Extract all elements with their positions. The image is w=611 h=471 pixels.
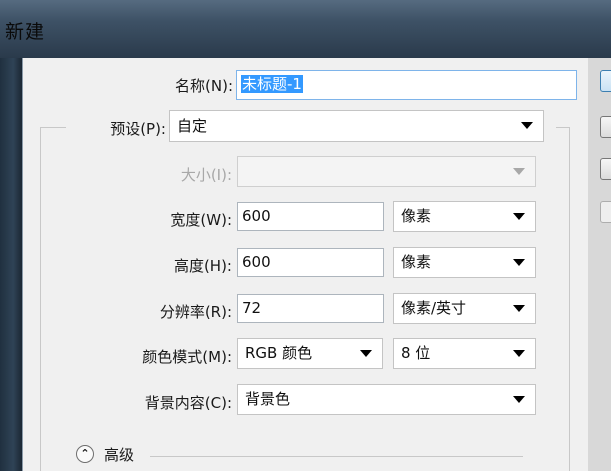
width-input[interactable]: 600: [237, 202, 384, 231]
group-box-border: [40, 127, 41, 471]
delete-preset-button: [600, 201, 611, 223]
height-unit-dropdown[interactable]: 像素: [393, 247, 536, 278]
width-value: 600: [242, 207, 271, 225]
resolution-unit-dropdown[interactable]: 像素/英寸: [393, 293, 536, 324]
height-unit-value: 像素: [401, 253, 432, 271]
height-input[interactable]: 600: [237, 248, 384, 277]
resolution-input[interactable]: 72: [237, 294, 384, 323]
width-unit-value: 像素: [401, 207, 432, 225]
background-dropdown[interactable]: 背景色: [237, 384, 536, 415]
preset-dropdown[interactable]: 自定: [169, 110, 544, 142]
chevron-down-icon: [513, 396, 525, 403]
advanced-divider: [150, 456, 523, 457]
background-label: 背景内容(C):: [144, 394, 232, 412]
resolution-value: 72: [242, 299, 262, 317]
save-preset-button[interactable]: [600, 158, 611, 180]
title-bar[interactable]: 新建: [0, 0, 611, 58]
bit-depth-value: 8 位: [401, 344, 431, 362]
preset-label: 预设(P):: [110, 120, 166, 138]
chevron-down-icon: [513, 350, 525, 357]
height-value: 600: [242, 253, 271, 271]
preset-value: 自定: [177, 117, 208, 135]
width-label: 宽度(W):: [170, 211, 232, 229]
new-document-dialog: 新建 名称(N): 未标题-1 预设(P): 自定 大小(I): 宽度(W): …: [0, 0, 611, 471]
chevron-down-icon: [360, 350, 372, 357]
chevron-down-icon: [513, 168, 525, 175]
size-dropdown: [237, 156, 536, 187]
cancel-button[interactable]: [600, 116, 611, 138]
group-box-border: [569, 127, 570, 471]
color-mode-value: RGB 颜色: [245, 344, 313, 362]
name-selected-text: 未标题-1: [241, 75, 303, 93]
size-label: 大小(I):: [180, 166, 232, 184]
double-chevron-up-icon[interactable]: ⌃: [76, 445, 94, 463]
ok-button[interactable]: [600, 70, 611, 92]
chevron-down-icon: [521, 122, 533, 129]
color-mode-dropdown[interactable]: RGB 颜色: [237, 338, 383, 369]
group-box-border: [556, 127, 570, 128]
height-label: 高度(H):: [173, 257, 232, 275]
name-input[interactable]: 未标题-1: [236, 70, 577, 100]
window-title: 新建: [5, 21, 46, 43]
width-unit-dropdown[interactable]: 像素: [393, 201, 536, 232]
background-value: 背景色: [245, 390, 291, 408]
name-label: 名称(N):: [175, 77, 233, 95]
advanced-label[interactable]: 高级: [104, 444, 134, 465]
group-box-border: [40, 127, 66, 128]
color-mode-label: 颜色模式(M):: [142, 348, 232, 366]
bit-depth-dropdown[interactable]: 8 位: [393, 338, 536, 369]
chevron-down-icon: [513, 213, 525, 220]
resolution-unit-value: 像素/英寸: [401, 299, 467, 317]
resolution-label: 分辨率(R):: [159, 303, 232, 321]
window-frame-left: [0, 58, 22, 471]
chevron-down-icon: [513, 305, 525, 312]
chevron-down-icon: [513, 259, 525, 266]
